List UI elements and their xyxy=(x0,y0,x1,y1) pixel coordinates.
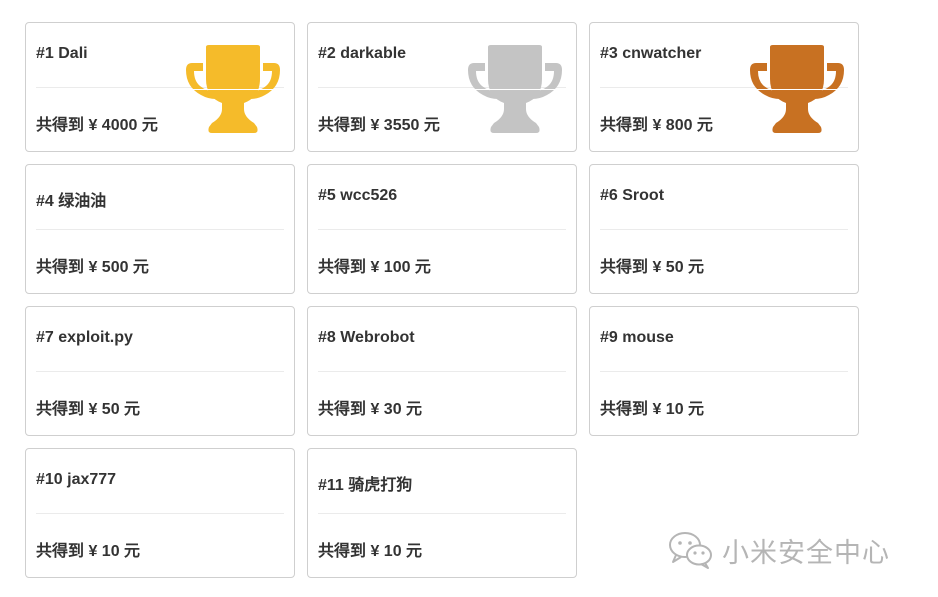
leaderboard-card-4: #4 绿油油 共得到 ¥ 500 元 xyxy=(25,164,295,294)
reward-amount: 共得到 ¥ 10 元 xyxy=(36,543,141,560)
watermark-text: 小米安全中心 xyxy=(722,537,890,569)
leaderboard-card-6: #6 Sroot 共得到 ¥ 50 元 xyxy=(589,164,859,294)
watermark: 小米安全中心 xyxy=(668,528,918,572)
rank-name: #3 cnwatcher xyxy=(600,45,702,62)
trophy-icon xyxy=(468,45,562,133)
reward-amount: 共得到 ¥ 800 元 xyxy=(600,117,713,134)
rank-name: #10 jax777 xyxy=(36,471,117,488)
leaderboard-card-10: #10 jax777 共得到 ¥ 10 元 xyxy=(25,448,295,578)
rank-name: #1 Dali xyxy=(36,45,88,62)
rank-name: #2 darkable xyxy=(318,45,407,62)
rank-name: #8 Webrobot xyxy=(318,329,415,346)
leaderboard-card-2: #2 darkable 共得到 ¥ 3550 元 xyxy=(307,22,577,152)
leaderboard-card-5: #5 wcc526 共得到 ¥ 100 元 xyxy=(307,164,577,294)
trophy-icon xyxy=(750,45,844,133)
reward-amount: 共得到 ¥ 50 元 xyxy=(36,401,141,418)
card-divider xyxy=(36,229,284,230)
reward-amount: 共得到 ¥ 4000 元 xyxy=(36,117,158,134)
card-divider xyxy=(318,371,566,372)
wechat-icon xyxy=(669,532,712,569)
reward-amount: 共得到 ¥ 50 元 xyxy=(600,259,705,276)
reward-amount: 共得到 ¥ 10 元 xyxy=(318,543,423,560)
leaderboard-card-9: #9 mouse 共得到 ¥ 10 元 xyxy=(589,306,859,436)
reward-amount: 共得到 ¥ 10 元 xyxy=(600,401,705,418)
reward-amount: 共得到 ¥ 3550 元 xyxy=(318,117,440,134)
leaderboard-card-3: #3 cnwatcher 共得到 ¥ 800 元 xyxy=(589,22,859,152)
rank-name: #6 Sroot xyxy=(600,187,665,204)
card-divider xyxy=(600,371,848,372)
leaderboard-card-1: #1 Dali 共得到 ¥ 4000 元 xyxy=(25,22,295,152)
card-divider xyxy=(318,513,566,514)
card-divider xyxy=(36,371,284,372)
leaderboard-card-11: #11 骑虎打狗 共得到 ¥ 10 元 xyxy=(307,448,577,578)
reward-amount: 共得到 ¥ 30 元 xyxy=(318,401,423,418)
rank-name: #5 wcc526 xyxy=(318,187,398,204)
leaderboard-card-8: #8 Webrobot 共得到 ¥ 30 元 xyxy=(307,306,577,436)
rank-name: #7 exploit.py xyxy=(36,329,133,346)
card-divider xyxy=(36,513,284,514)
reward-amount: 共得到 ¥ 500 元 xyxy=(36,259,149,276)
card-divider xyxy=(600,229,848,230)
leaderboard-card-7: #7 exploit.py 共得到 ¥ 50 元 xyxy=(25,306,295,436)
rank-name: #4 绿油油 xyxy=(36,193,107,210)
trophy-icon xyxy=(186,45,280,133)
rank-name: #11 骑虎打狗 xyxy=(318,477,413,494)
rank-name: #9 mouse xyxy=(600,329,674,346)
reward-amount: 共得到 ¥ 100 元 xyxy=(318,259,431,276)
card-divider xyxy=(318,229,566,230)
